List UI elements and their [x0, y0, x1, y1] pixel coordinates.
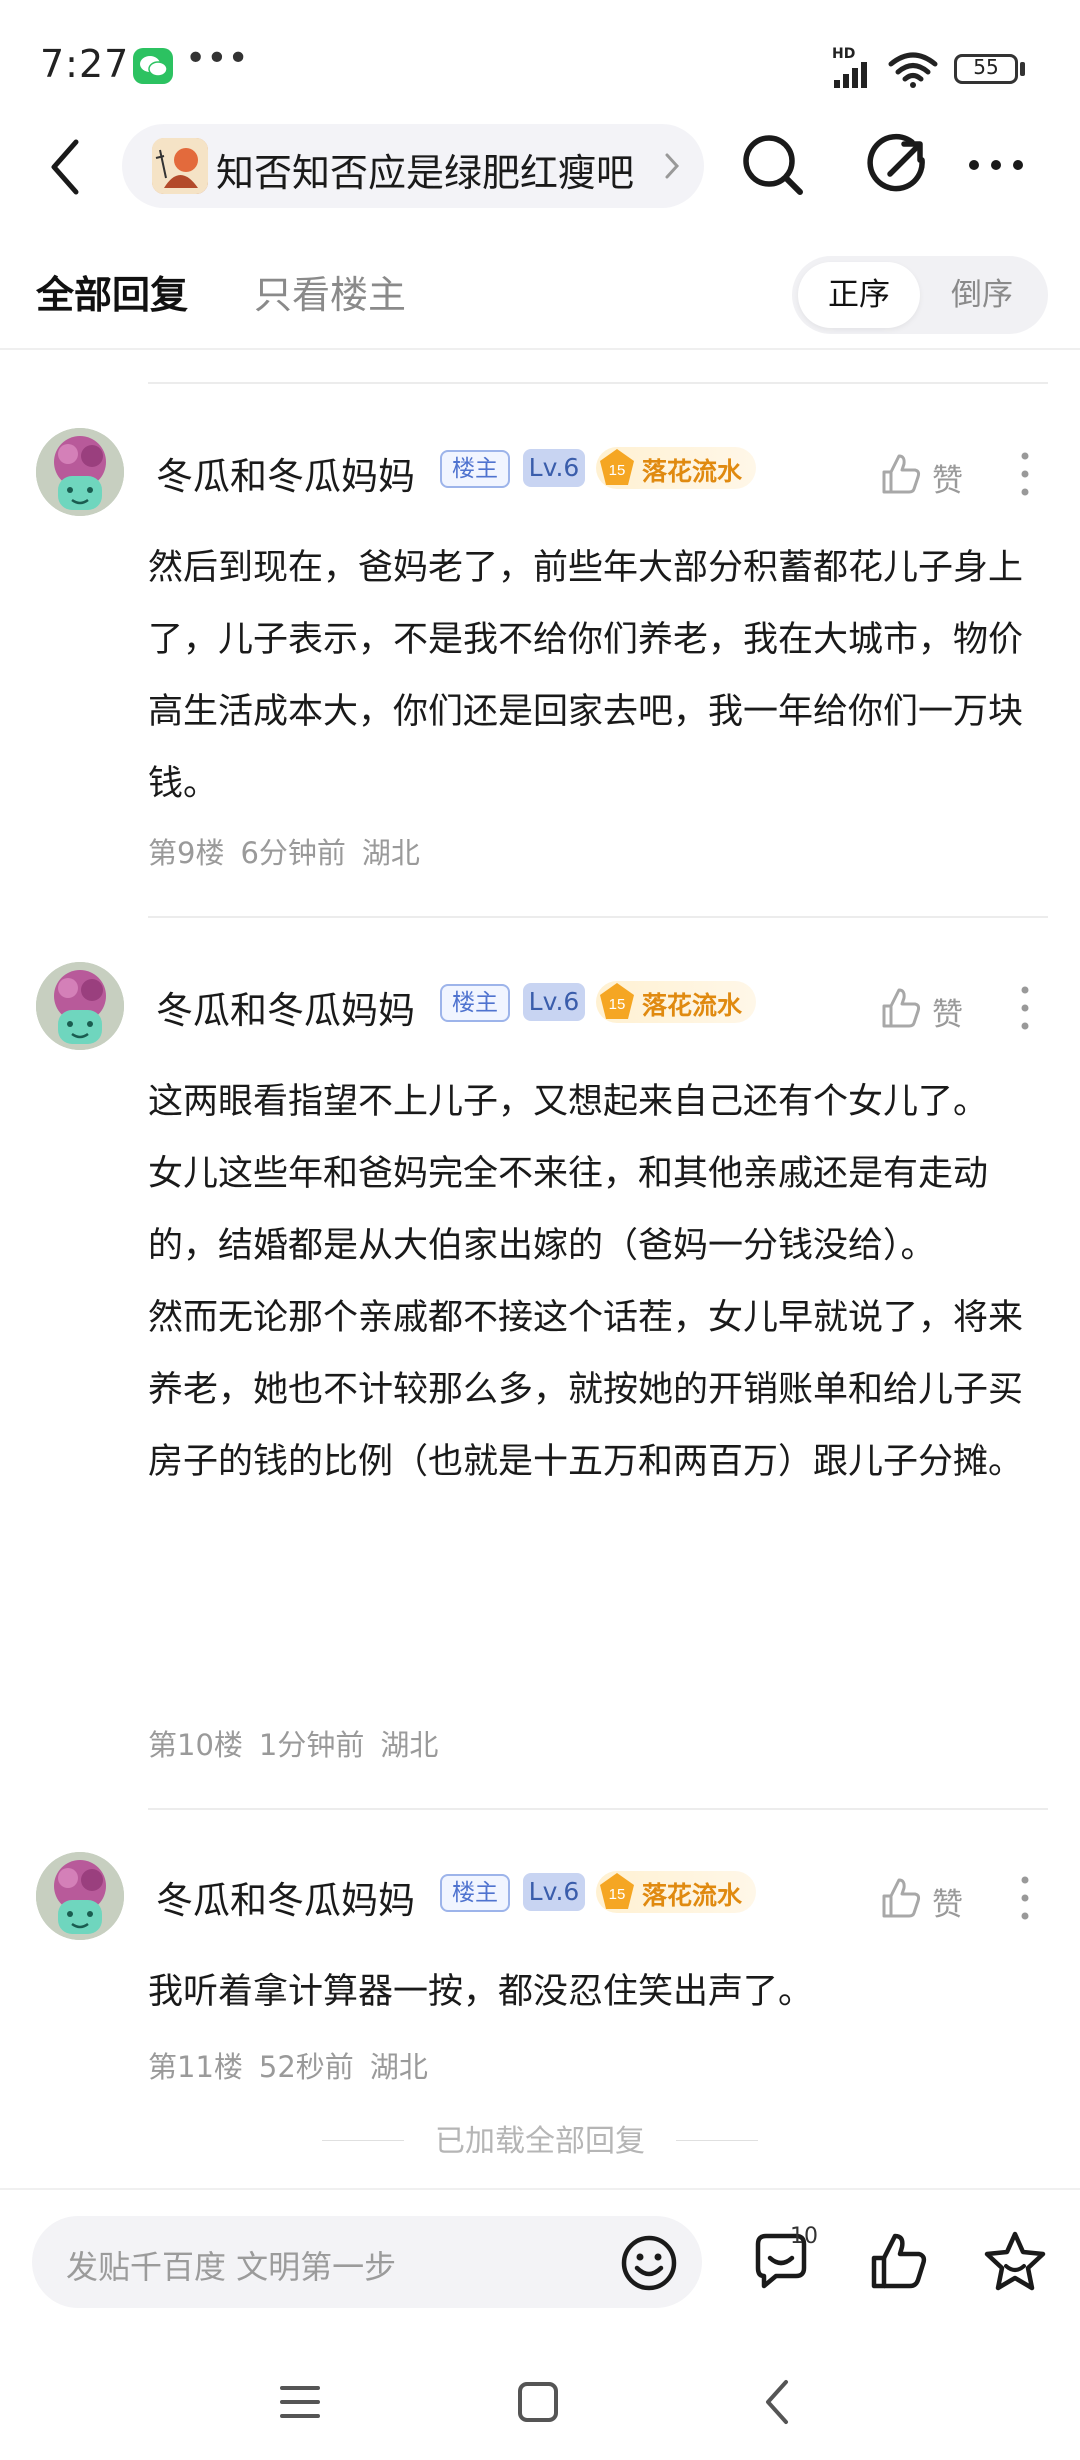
title-level-icon: 15: [600, 449, 634, 485]
screen: 7:27 ••• HD 55 知否知否应是绿肥红瘦吧 全部回复 只看楼主 正序 …: [0, 0, 1080, 2460]
tab-only-op[interactable]: 只看楼主: [254, 264, 406, 319]
system-navigation-bar: [0, 2360, 1080, 2460]
post-paragraph: 女儿这些年和爸妈完全不来往，和其他亲戚还是有走动的，结婚都是从大伯家出嫁的（爸妈…: [148, 1154, 989, 1266]
notification-dots: •••: [185, 38, 249, 79]
post-content: 我听着拿计算器一按，都没忍住笑出声了。: [148, 1956, 1048, 2028]
more-menu-button[interactable]: [966, 130, 1026, 200]
forum-name: 知否知否应是绿肥红瘦吧: [216, 151, 635, 195]
thumbs-up-icon: [882, 1878, 921, 1918]
post-more-button[interactable]: [1014, 982, 1036, 1034]
floor-number: 第10楼: [148, 1728, 243, 1762]
op-badge: 楼主: [440, 450, 510, 488]
star-favorite-button[interactable]: [982, 2230, 1048, 2292]
post-meta: 第10楼 1分钟前 湖北: [148, 1722, 454, 1764]
sort-order-toggle: 正序 倒序: [792, 256, 1048, 334]
search-button[interactable]: [740, 130, 806, 200]
status-time: 7:27: [40, 42, 130, 86]
like-label: 赞: [932, 463, 963, 499]
divider: [0, 2188, 1080, 2190]
thumbs-up-button[interactable]: [868, 2230, 930, 2292]
like-button[interactable]: 赞: [880, 450, 972, 499]
divider: [148, 382, 1048, 384]
post-time: 52秒前: [258, 2050, 354, 2084]
title-level-number: 15: [609, 462, 626, 479]
battery-level: 55: [973, 55, 999, 79]
title-level-number: 15: [609, 1886, 626, 1903]
wechat-icon: [133, 48, 173, 84]
post-content: 这两眼看指望不上儿子，又想起来自己还有个女儿了。 女儿这些年和爸妈完全不来往，和…: [148, 1066, 1048, 1498]
divider: [148, 916, 1048, 918]
comment-input[interactable]: 发贴千百度 文明第一步: [32, 2216, 702, 2308]
level-badge: Lv.6: [523, 449, 585, 487]
post-time: 6分钟前: [240, 836, 346, 870]
post-meta: 第11楼 52秒前 湖北: [148, 2044, 444, 2086]
op-badge: 楼主: [440, 984, 510, 1022]
sort-ascending-button[interactable]: 正序: [798, 262, 920, 328]
back-nav-icon[interactable]: [762, 2378, 792, 2426]
forum-link[interactable]: 知否知否应是绿肥红瘦吧: [122, 124, 704, 208]
signal-icon: [834, 62, 867, 88]
level-badge: Lv.6: [523, 983, 585, 1021]
title-badge-text: 落花流水: [642, 1881, 743, 1910]
like-label: 赞: [932, 1887, 963, 1923]
title-level-icon: 15: [600, 1873, 634, 1909]
reply-filter-tabs: 全部回复 只看楼主 正序 倒序: [0, 240, 1080, 350]
floor-number: 第9楼: [148, 836, 225, 870]
like-label: 赞: [932, 997, 963, 1033]
divider: [676, 2140, 758, 2141]
post-paragraph: 然后到现在，爸妈老了，前些年大部分积蓄都花儿子身上了，儿子表示，不是我不给你们养…: [148, 548, 1024, 804]
post-location: 湖北: [369, 2050, 428, 2084]
menu-nav-icon[interactable]: [278, 2382, 322, 2422]
loaded-all-text: 已加载全部回复: [435, 2124, 645, 2159]
status-bar: 7:27 ••• HD 55: [0, 0, 1080, 130]
avatar[interactable]: [36, 962, 124, 1050]
post-location: 湖北: [380, 1728, 439, 1762]
post-content: 然后到现在，爸妈老了，前些年大部分积蓄都花儿子身上了，儿子表示，不是我不给你们养…: [148, 532, 1048, 820]
comment-count: 10: [790, 2224, 818, 2249]
thumbs-up-icon: [882, 988, 921, 1028]
back-button[interactable]: [42, 134, 92, 200]
post-more-button[interactable]: [1014, 448, 1036, 500]
post-paragraph: 这两眼看指望不上儿子，又想起来自己还有个女儿了。: [148, 1082, 989, 1122]
floor-number: 第11楼: [148, 2050, 243, 2084]
level-badge: Lv.6: [523, 1873, 585, 1911]
title-badge-text: 落花流水: [642, 457, 743, 486]
battery-tip: [1020, 62, 1025, 76]
title-badge-text: 落花流水: [642, 991, 743, 1020]
forum-avatar: [152, 138, 208, 194]
post-paragraph: 然而无论那个亲戚都不接这个话茬，女儿早就说了，将来养老，她也不计较那么多，就按她…: [148, 1298, 1024, 1482]
title-badge: 15 落花流水: [596, 447, 756, 489]
thumbs-up-icon: [882, 454, 921, 494]
sort-descending-button[interactable]: 倒序: [922, 262, 1042, 328]
title-level-icon: 15: [600, 983, 634, 1019]
user-name[interactable]: 冬瓜和冬瓜妈妈: [156, 1870, 415, 1924]
title-level-number: 15: [609, 996, 626, 1013]
tab-all-replies[interactable]: 全部回复: [36, 264, 188, 319]
avatar[interactable]: [36, 1852, 124, 1940]
op-badge: 楼主: [440, 1874, 510, 1912]
top-nav: 知否知否应是绿肥红瘦吧: [0, 118, 1080, 216]
battery-icon: 55: [954, 54, 1018, 84]
title-badge: 15 落花流水: [596, 1871, 756, 1913]
user-name[interactable]: 冬瓜和冬瓜妈妈: [156, 446, 415, 500]
emoji-button[interactable]: [620, 2234, 678, 2292]
post-paragraph: 我听着拿计算器一按，都没忍住笑出声了。: [148, 1972, 814, 2012]
comment-placeholder: 发贴千百度 文明第一步: [66, 2248, 397, 2286]
wifi-icon: [888, 52, 938, 88]
like-button[interactable]: 赞: [880, 984, 972, 1033]
post-more-button[interactable]: [1014, 1872, 1036, 1924]
user-name[interactable]: 冬瓜和冬瓜妈妈: [156, 980, 415, 1034]
divider: [148, 1808, 1048, 1810]
like-button[interactable]: 赞: [880, 1874, 972, 1923]
avatar[interactable]: [36, 428, 124, 516]
divider: [0, 348, 1080, 350]
post-location: 湖北: [361, 836, 420, 870]
post-time: 1分钟前: [258, 1728, 365, 1762]
chevron-right-icon: [665, 153, 680, 179]
home-nav-icon[interactable]: [516, 2380, 560, 2424]
post-meta: 第9楼 6分钟前 湖北: [148, 830, 436, 872]
title-badge: 15 落花流水: [596, 981, 756, 1023]
share-button[interactable]: [866, 130, 930, 200]
